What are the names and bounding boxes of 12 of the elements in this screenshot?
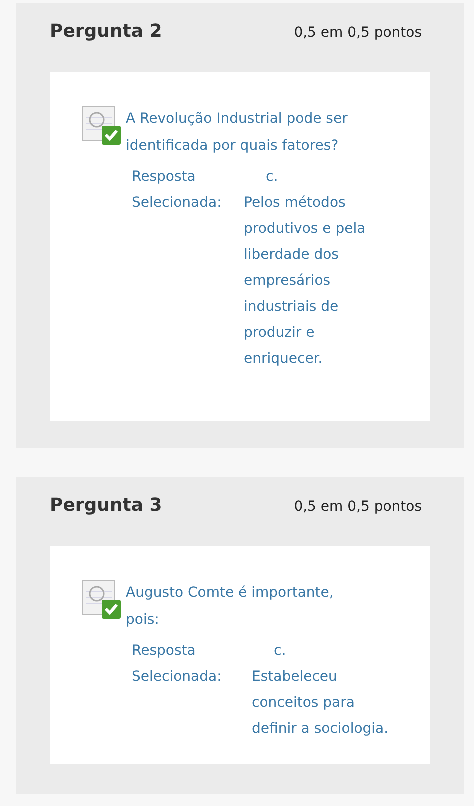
answer-label: Resposta Selecionada: (132, 168, 223, 213)
question-score: 0,5 em 0,5 pontos (294, 25, 422, 41)
answer-letter: c. (265, 168, 280, 187)
answer-text: Estabeleceu conceitos para definir a sociologia. (252, 668, 390, 739)
question-text: Augusto Comte é importante, pois: (126, 584, 335, 630)
question-text: A Revolução Industrial pode ser identificada por quais fatores? (126, 110, 349, 156)
question-title: Pergunta 2 (50, 21, 162, 42)
question-title: Pergunta 3 (50, 495, 162, 516)
question-score: 0,5 em 0,5 pontos (294, 499, 422, 515)
answer-letter: c. (273, 642, 288, 661)
answer-label: Resposta Selecionada: (132, 642, 223, 687)
answer-text: Pelos métodos produtivos e pela liberdade dos empresários industriais de produzir e enriquecer. (244, 194, 367, 369)
